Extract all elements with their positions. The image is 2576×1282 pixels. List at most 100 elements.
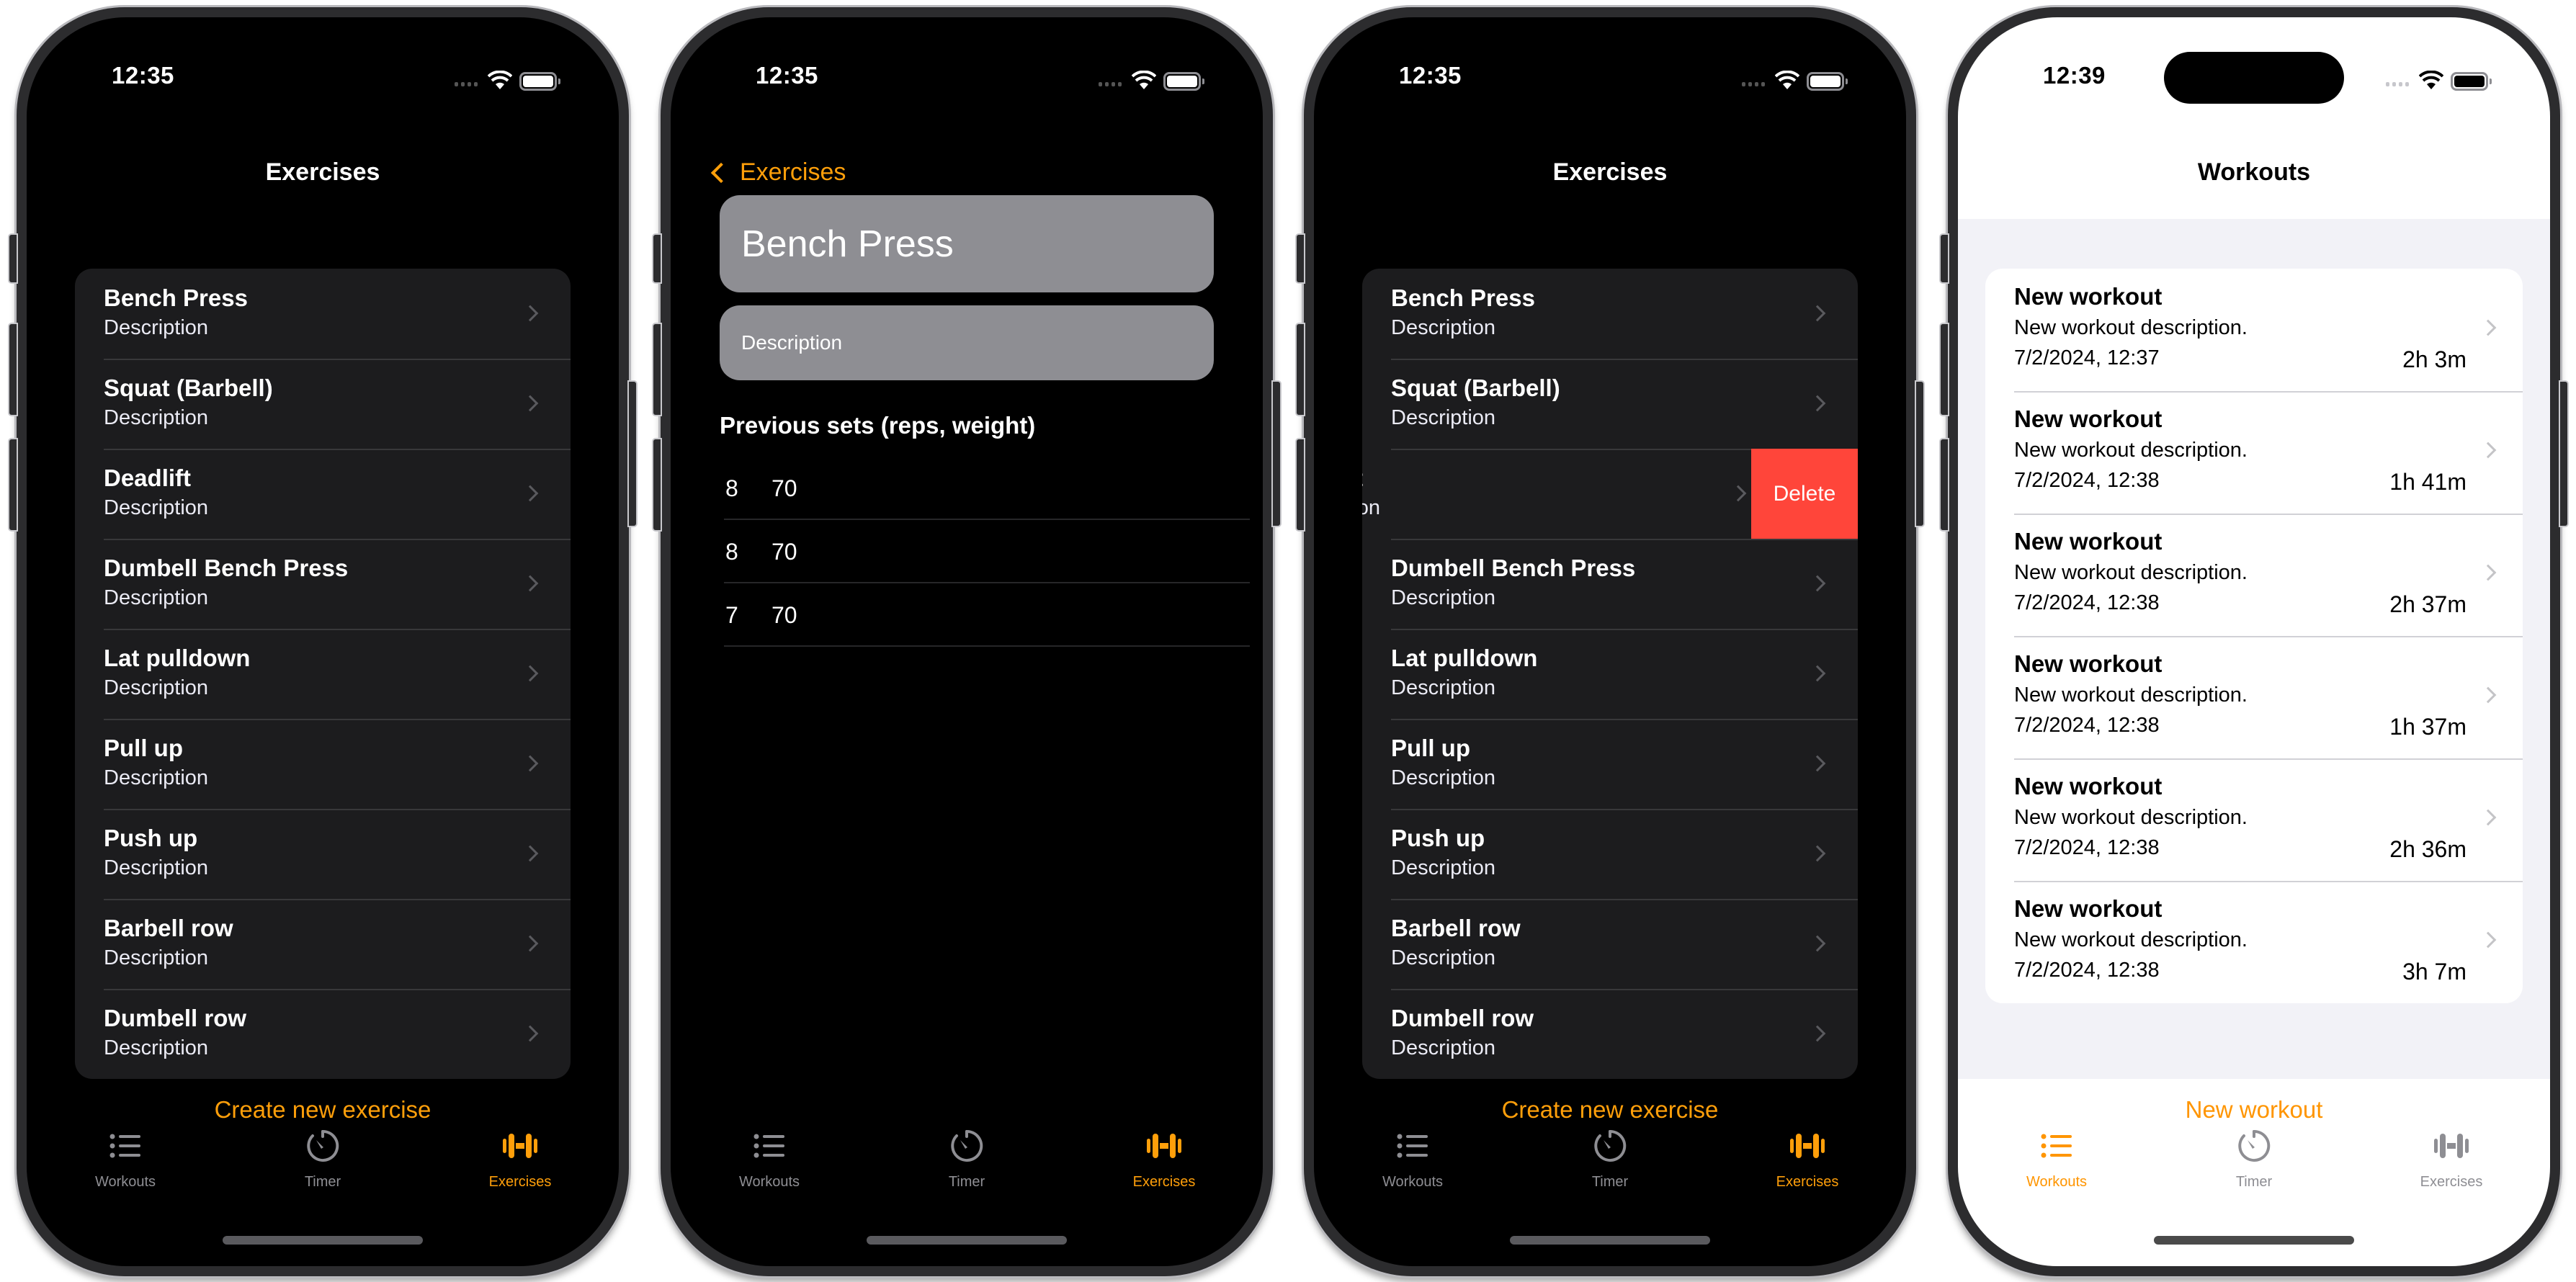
tab-label: Timer (304, 1174, 341, 1190)
list-bullet-icon (1393, 1128, 1432, 1174)
create-exercise-button[interactable]: Create new exercise (27, 1096, 619, 1124)
tab-workouts[interactable]: Workouts (1958, 1128, 2155, 1197)
back-button[interactable]: Exercises (710, 158, 846, 187)
tab-exercises[interactable]: Exercises (1065, 1128, 1263, 1197)
wifi-icon (1132, 71, 1156, 89)
action-button (9, 235, 17, 282)
workout-row[interactable]: New workout New workout description. 7/2/2… (1985, 269, 2523, 391)
tab-timer[interactable]: Timer (224, 1128, 421, 1197)
workout-row[interactable]: New workout New workout description. 7/2/2… (1985, 636, 2523, 758)
timer-icon (2235, 1128, 2273, 1174)
exercise-name-field[interactable]: Bench Press (720, 195, 1214, 292)
screen: 12:39 Workouts New workout New workout de… (1958, 17, 2550, 1266)
exercise-row[interactable]: Push up Description (75, 809, 571, 899)
cellular-signal-icon (1099, 82, 1122, 86)
tab-workouts[interactable]: Workouts (671, 1128, 868, 1197)
workout-duration: 2h 37m (2389, 591, 2467, 617)
tab-exercises[interactable]: Exercises (2353, 1128, 2550, 1197)
tab-workouts[interactable]: Workouts (1314, 1128, 1511, 1197)
exercise-title: Lat pulldown (104, 645, 251, 671)
power-button (2560, 382, 2567, 526)
list-bullet-icon (106, 1128, 145, 1174)
exercise-row[interactable]: Dumbell row Description (75, 989, 571, 1079)
exercise-list: Bench Press Description Squat (Barbell) Des… (75, 269, 571, 1079)
volume-down-button (9, 439, 17, 530)
exercise-description: Description (104, 766, 209, 789)
exercise-row[interactable]: Lat pulldown Description (75, 629, 571, 719)
exercise-title: Lat pulldown (1391, 645, 1538, 671)
tab-exercises[interactable]: Exercises (1709, 1128, 1906, 1197)
status-bar: 12:35 (27, 17, 619, 125)
exercise-row[interactable]: Bench Press Description (1362, 269, 1858, 359)
workout-row[interactable]: New workout New workout description. 7/2/2… (1985, 758, 2523, 881)
exercise-description: Description (104, 856, 209, 879)
tab-timer[interactable]: Timer (868, 1128, 1065, 1197)
home-indicator[interactable] (223, 1236, 423, 1245)
set-weight: 70 (772, 539, 797, 565)
tab-label: Workouts (2026, 1174, 2088, 1190)
action-button (1941, 235, 1948, 282)
exercise-row[interactable]: Dumbell row Description (1362, 989, 1858, 1079)
battery-icon (1807, 72, 1848, 91)
list-bullet-icon (2037, 1128, 2076, 1174)
phone-exercises-list: 12:35 Exercises Bench Press Description Sq… (9, 7, 636, 1276)
exercise-row[interactable]: Deadlift Description Delete (1362, 449, 1858, 539)
workout-row[interactable]: New workout New workout description. 7/2/2… (1985, 391, 2523, 514)
chevron-right-icon (522, 755, 539, 772)
tab-label: Timer (948, 1174, 985, 1190)
exercise-row[interactable]: Squat (Barbell) Description (1362, 359, 1858, 449)
exercise-description: Description (1391, 676, 1496, 699)
chevron-right-icon (2479, 931, 2497, 949)
workout-duration: 2h 36m (2389, 836, 2467, 862)
tab-timer[interactable]: Timer (2155, 1128, 2353, 1197)
new-workout-button[interactable]: New workout (1958, 1096, 2550, 1124)
create-exercise-button[interactable]: Create new exercise (1314, 1096, 1906, 1124)
status-time: 12:35 (1399, 62, 1462, 89)
home-indicator[interactable] (2154, 1236, 2354, 1245)
exercise-row[interactable]: Dumbell Bench Press Description (75, 539, 571, 629)
home-indicator[interactable] (867, 1236, 1067, 1245)
home-indicator[interactable] (1510, 1236, 1710, 1245)
volume-down-button (653, 439, 661, 530)
exercise-title: Barbell row (104, 915, 233, 941)
set-reps: 8 (725, 539, 738, 565)
exercise-row[interactable]: Lat pulldown Description (1362, 629, 1858, 719)
chevron-right-icon (522, 1025, 539, 1042)
exercise-row[interactable]: Dumbell Bench Press Description (1362, 539, 1858, 629)
exercise-title: Pull up (104, 735, 183, 761)
workout-row[interactable]: New workout New workout description. 7/2/2… (1985, 881, 2523, 1003)
tab-timer[interactable]: Timer (1511, 1128, 1709, 1197)
workout-date: 7/2/2024, 12:38 (2014, 591, 2160, 614)
exercise-row[interactable]: Pull up Description (1362, 719, 1858, 809)
workout-title: New workout (2014, 283, 2163, 310)
exercise-row[interactable]: Push up Description (1362, 809, 1858, 899)
chevron-right-icon (1809, 395, 1826, 412)
dumbbell-icon (2432, 1128, 2471, 1174)
exercise-row-content[interactable]: Deadlift Description (1362, 449, 1747, 539)
tab-workouts[interactable]: Workouts (27, 1128, 224, 1197)
exercise-row[interactable]: Deadlift Description (75, 449, 571, 539)
exercise-row[interactable]: Barbell row Description (1362, 899, 1858, 989)
exercise-row[interactable]: Barbell row Description (75, 899, 571, 989)
dumbbell-icon (501, 1128, 540, 1174)
exercise-row[interactable]: Pull up Description (75, 719, 571, 809)
tab-label: Timer (1591, 1174, 1629, 1190)
exercise-title: Dumbell row (104, 1005, 247, 1031)
status-time: 12:35 (112, 62, 174, 89)
phone-exercises-swipe-delete: 12:35 Exercises Bench Press Description Sq… (1297, 7, 1923, 1276)
workout-date: 7/2/2024, 12:38 (2014, 836, 2160, 859)
exercise-description-field[interactable]: Description (720, 305, 1214, 380)
volume-down-button (1297, 439, 1304, 530)
exercise-title: Squat (Barbell) (1391, 375, 1560, 401)
delete-button[interactable]: Delete (1751, 449, 1858, 539)
exercise-row[interactable]: Bench Press Description (75, 269, 571, 359)
power-button (1916, 382, 1923, 526)
exercise-description: Description (1391, 856, 1496, 879)
workout-row[interactable]: New workout New workout description. 7/2/2… (1985, 514, 2523, 636)
tab-exercises[interactable]: Exercises (421, 1128, 619, 1197)
exercise-title: Push up (1391, 825, 1485, 851)
exercise-title: Pull up (1391, 735, 1470, 761)
exercise-description: Description (1362, 496, 1381, 519)
power-button (629, 382, 636, 526)
exercise-row[interactable]: Squat (Barbell) Description (75, 359, 571, 449)
